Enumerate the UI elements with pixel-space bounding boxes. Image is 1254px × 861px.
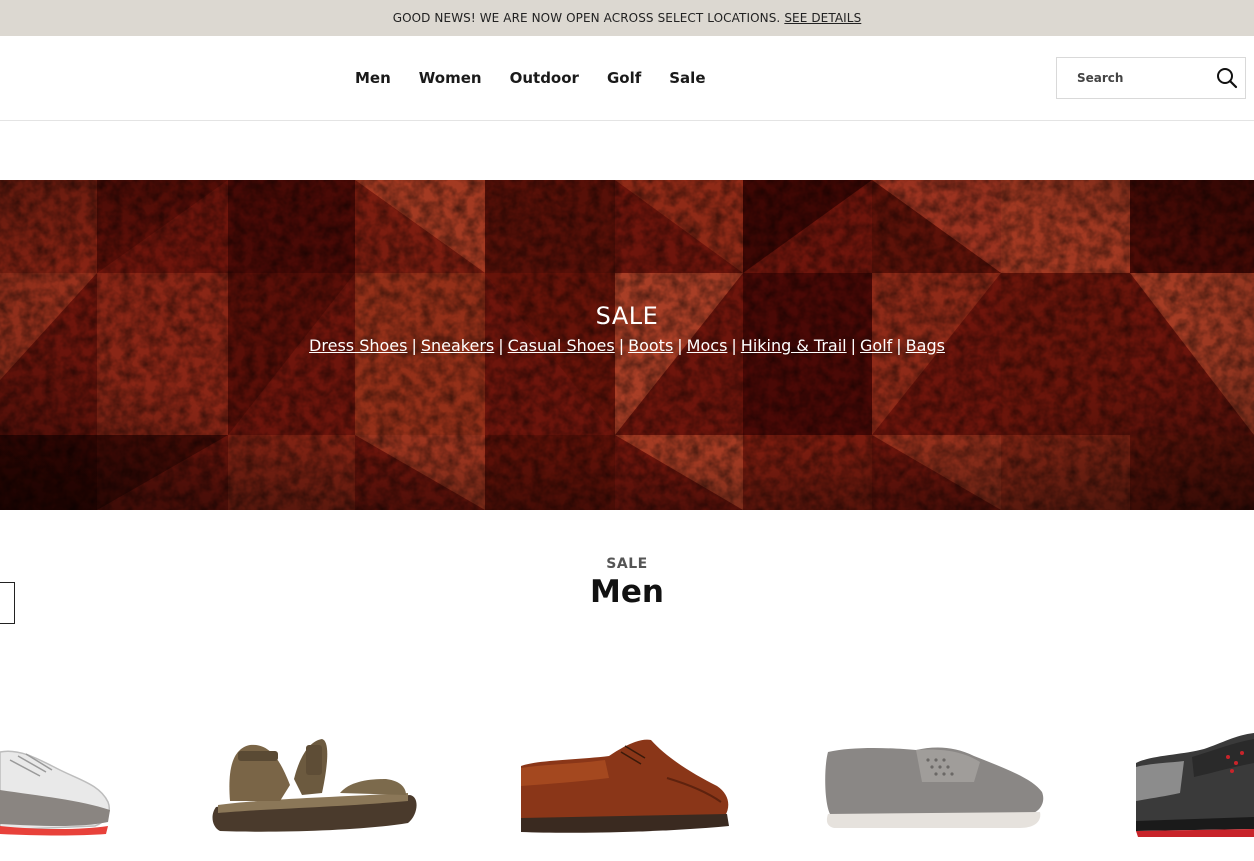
site-header: Men Women Outdoor Golf Sale (0, 36, 1254, 121)
nav-item-outdoor[interactable]: Outdoor (510, 69, 579, 87)
nav-item-golf[interactable]: Golf (607, 69, 641, 87)
see-details-link[interactable]: SEE DETAILS (784, 11, 861, 25)
golf-shoe-black-image (1136, 733, 1254, 837)
product-dress-shoe-cognac[interactable] (517, 738, 732, 836)
separator: | (618, 336, 625, 355)
search-box (1056, 57, 1246, 99)
separator: | (850, 336, 857, 355)
link-mocs[interactable]: Mocs (687, 336, 728, 355)
separator: | (677, 336, 683, 355)
link-dress-shoes[interactable]: Dress Shoes (309, 336, 407, 355)
separator: | (498, 336, 504, 355)
banner-content: SALE Dress Shoes | Sneakers | Casual Shoes | B… (0, 302, 1254, 355)
section-eyebrow: SALE (606, 556, 648, 572)
main-nav: Men Women Outdoor Golf Sale (355, 36, 734, 120)
link-bags[interactable]: Bags (906, 336, 945, 355)
dress-shoe-cognac-image (521, 739, 729, 833)
category-links: Dress Shoes | Sneakers | Casual Shoes | Boots |… (0, 336, 1254, 355)
sandal-brown-image (212, 739, 417, 832)
search-icon[interactable] (1216, 67, 1238, 89)
nav-item-sale[interactable]: Sale (669, 69, 705, 87)
sale-banner: SALE Dress Shoes | Sneakers | Casual Shoes | B… (0, 180, 1254, 510)
separator: | (896, 336, 902, 355)
link-hiking-trail[interactable]: Hiking & Trail (741, 336, 847, 355)
nav-item-men[interactable]: Men (355, 69, 391, 87)
nav-item-women[interactable]: Women (419, 69, 482, 87)
golf-shoe-white-image (0, 750, 110, 836)
banner-title: SALE (595, 302, 659, 330)
product-sandal-brown[interactable] (210, 735, 420, 837)
product-slip-on-grey[interactable] (824, 742, 1046, 830)
carousel-prev-button[interactable] (0, 582, 15, 624)
product-golf-shoe-black[interactable] (1132, 733, 1254, 839)
link-casual-shoes[interactable]: Casual Shoes (508, 336, 615, 355)
separator: | (411, 336, 417, 355)
announcement-message: GOOD NEWS! WE ARE NOW OPEN ACROSS SELECT… (392, 11, 781, 25)
link-sneakers[interactable]: Sneakers (421, 336, 494, 355)
section-heading: SALE Men (0, 556, 1254, 610)
search-input[interactable] (1057, 58, 1207, 98)
slip-on-grey-image (825, 747, 1044, 828)
section-title: Men (590, 574, 664, 610)
product-golf-shoe-white[interactable] (0, 730, 115, 845)
announcement-bar: GOOD NEWS! WE ARE NOW OPEN ACROSS SELECT… (0, 0, 1254, 36)
link-boots[interactable]: Boots (628, 336, 673, 355)
link-golf[interactable]: Golf (860, 336, 892, 355)
separator: | (731, 336, 737, 355)
